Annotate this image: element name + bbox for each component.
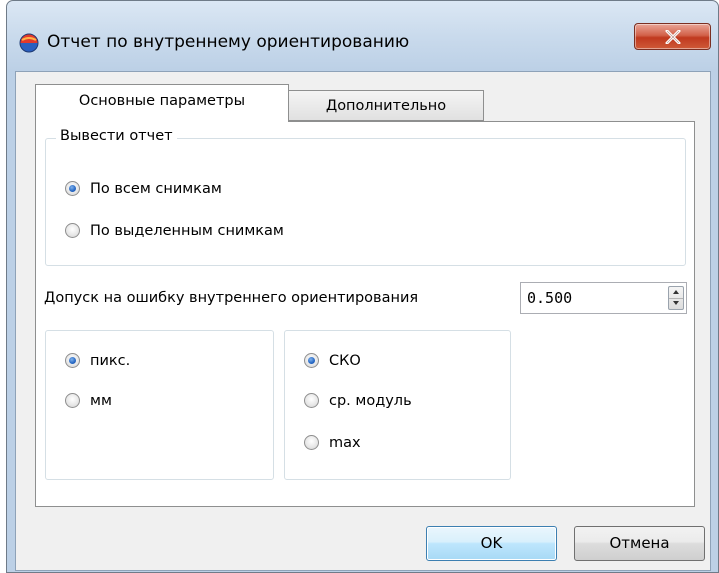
radio-button[interactable] bbox=[65, 353, 80, 368]
radio-label: мм bbox=[90, 393, 112, 409]
cancel-button[interactable]: Отмена bbox=[574, 526, 705, 561]
dialog-window: Отчет по внутреннему ориентированию Осно… bbox=[6, 0, 719, 573]
radio-label: max bbox=[329, 435, 361, 451]
report-output-group: Вывести отчет По всем снимкам По выделен… bbox=[45, 128, 686, 266]
close-icon bbox=[665, 30, 681, 44]
radio-button[interactable] bbox=[65, 181, 80, 196]
radio-button[interactable] bbox=[65, 223, 80, 238]
tab-basic-parameters[interactable]: Основные параметры bbox=[35, 84, 289, 122]
radio-label: пикс. bbox=[90, 353, 131, 369]
close-button[interactable] bbox=[634, 23, 711, 50]
tolerance-value[interactable]: 0.500 bbox=[527, 289, 572, 307]
radio-label: По всем снимкам bbox=[90, 181, 222, 197]
window-title: Отчет по внутреннему ориентированию bbox=[47, 32, 410, 52]
report-output-group-title: Вывести отчет bbox=[56, 128, 177, 144]
radio-button[interactable] bbox=[304, 353, 319, 368]
units-group: пикс. мм bbox=[45, 330, 274, 480]
title-bar[interactable]: Отчет по внутреннему ориентированию bbox=[7, 1, 718, 71]
tab-panel: Вывести отчет По всем снимкам По выделен… bbox=[35, 121, 695, 507]
tolerance-spinbox[interactable]: 0.500 bbox=[520, 282, 687, 314]
tab-additional[interactable]: Дополнительно bbox=[289, 90, 484, 121]
spin-buttons bbox=[668, 286, 684, 310]
dialog-client-area: Основные параметры Дополнительно Вывести… bbox=[15, 71, 711, 571]
radio-label: ср. модуль bbox=[329, 393, 412, 409]
app-globe-icon bbox=[19, 33, 39, 53]
radio-button[interactable] bbox=[65, 393, 80, 408]
tolerance-label: Допуск на ошибку внутреннего ориентирова… bbox=[44, 290, 419, 306]
ok-button[interactable]: OK bbox=[426, 526, 557, 561]
radio-label: СКО bbox=[329, 353, 361, 369]
radio-label: По выделенным снимкам bbox=[90, 223, 284, 239]
radio-button[interactable] bbox=[304, 393, 319, 408]
spin-down-icon[interactable] bbox=[669, 298, 683, 309]
error-metric-group: СКО ср. модуль max bbox=[284, 330, 511, 480]
radio-button[interactable] bbox=[304, 435, 319, 450]
